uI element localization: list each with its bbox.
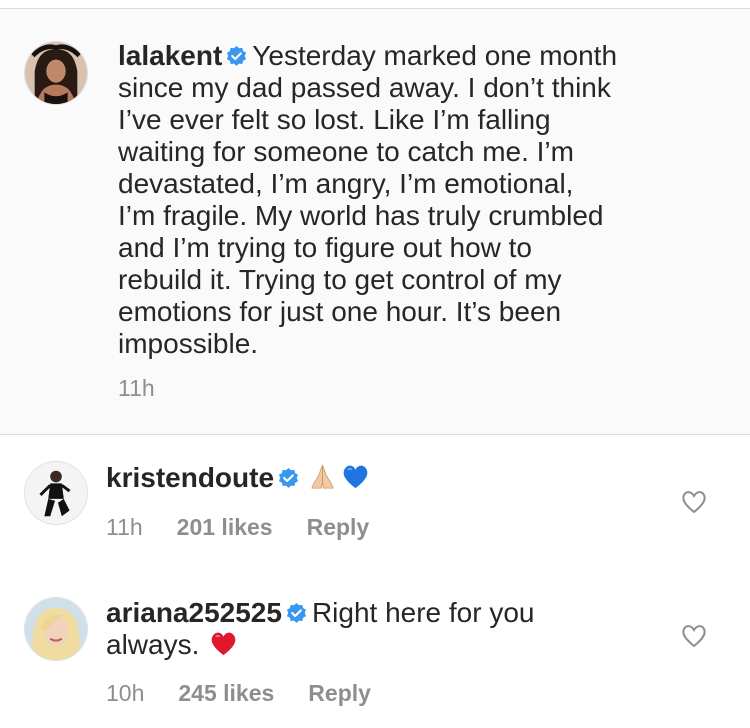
comment-username[interactable]: ariana252525: [106, 597, 282, 628]
reply-button[interactable]: Reply: [308, 680, 371, 707]
avatar-lalakent[interactable]: [24, 41, 88, 105]
like-heart-icon[interactable]: [680, 488, 708, 514]
caption-line: I’m fragile. My world has truly crumbled: [118, 200, 604, 231]
comment-text: ariana252525 Right here for you always.: [106, 597, 535, 661]
comment-likes[interactable]: 245 likes: [178, 680, 274, 707]
caption-timestamp[interactable]: 11h: [118, 375, 155, 402]
caption-line: impossible.: [118, 328, 259, 359]
comment-username[interactable]: kristendoute: [106, 462, 274, 493]
comment-body: Right here for you: [311, 597, 535, 628]
like-heart-icon[interactable]: [680, 622, 708, 648]
comment-likes[interactable]: 201 likes: [177, 514, 273, 541]
caption-section: lalakent Yesterday marked one month since…: [0, 9, 750, 434]
caption-line: waiting for someone to catch me. I’m: [118, 136, 574, 167]
red-heart-emoji: [209, 629, 238, 658]
reply-button[interactable]: Reply: [307, 514, 370, 541]
caption-line: rebuild it. Trying to get control of my: [118, 264, 562, 295]
verified-badge-icon: [225, 45, 248, 68]
caption-line: emotions for just one hour. It’s been: [118, 296, 562, 327]
folded-hands-emoji: [308, 462, 337, 491]
caption-text: lalakent Yesterday marked one month since…: [118, 40, 738, 360]
blue-heart-emoji: [341, 462, 370, 491]
verified-badge-icon: [277, 467, 300, 490]
caption-meta: 11h: [118, 375, 155, 402]
caption-line: I’ve ever felt so lost. Like I’m falling: [118, 104, 551, 135]
caption-line: and I’m trying to figure out how to: [118, 232, 532, 263]
caption-line: since my dad passed away. I don’t think: [118, 72, 611, 103]
comment-timestamp[interactable]: 10h: [106, 680, 144, 707]
comment-timestamp[interactable]: 11h: [106, 514, 143, 541]
comment-text: kristendoute: [106, 462, 370, 494]
verified-badge-icon: [285, 602, 308, 625]
comment-meta: 10h 245 likes Reply: [106, 680, 371, 707]
section-divider: [0, 434, 750, 435]
avatar-kristendoute[interactable]: [24, 461, 88, 525]
comment-meta: 11h 201 likes Reply: [106, 514, 369, 541]
caption-line: Yesterday marked one month: [252, 40, 618, 71]
caption-username[interactable]: lalakent: [118, 40, 222, 71]
avatar-ariana252525[interactable]: [24, 597, 88, 661]
caption-line: devastated, I’m angry, I’m emotional,: [118, 168, 574, 199]
comment-body: always.: [106, 629, 200, 660]
